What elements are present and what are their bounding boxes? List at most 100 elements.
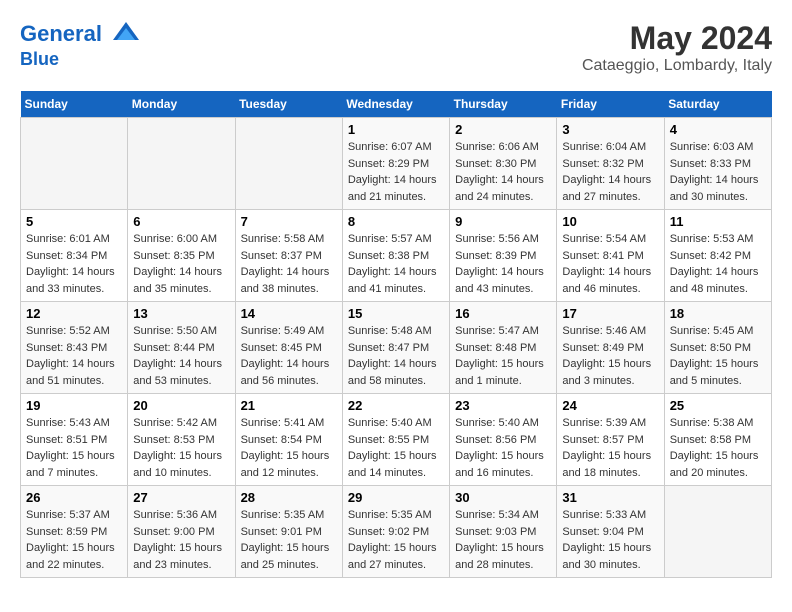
- logo: General Blue: [20, 20, 141, 70]
- day-number: 21: [241, 398, 337, 413]
- calendar-cell: 24Sunrise: 5:39 AM Sunset: 8:57 PM Dayli…: [557, 394, 664, 486]
- weekday-header-row: SundayMondayTuesdayWednesdayThursdayFrid…: [21, 91, 772, 118]
- day-number: 16: [455, 306, 551, 321]
- day-info: Sunrise: 6:07 AM Sunset: 8:29 PM Dayligh…: [348, 139, 444, 205]
- calendar-cell: 4 Sunrise: 6:03 AM Sunset: 8:33 PM Daylig…: [664, 118, 771, 210]
- day-number: 1: [348, 122, 444, 137]
- day-number: 31: [562, 490, 658, 505]
- day-number: 9: [455, 214, 551, 229]
- day-number: 7: [241, 214, 337, 229]
- week-row-5: 26Sunrise: 5:37 AM Sunset: 8:59 PM Dayli…: [21, 486, 772, 578]
- day-info: Sunrise: 5:52 AM Sunset: 8:43 PM Dayligh…: [26, 323, 122, 389]
- day-info: Sunrise: 5:48 AM Sunset: 8:47 PM Dayligh…: [348, 323, 444, 389]
- calendar-cell: 31 Sunrise: 5:33 AM Sunset: 9:04 PM Dayli…: [557, 486, 664, 578]
- day-info: Sunrise: 6:03 AM Sunset: 8:33 PM Dayligh…: [670, 139, 766, 205]
- day-info: Sunrise: 5:47 AM Sunset: 8:48 PM Dayligh…: [455, 323, 551, 389]
- calendar-cell: 10 Sunrise: 5:54 AM Sunset: 8:41 PM Dayli…: [557, 210, 664, 302]
- calendar-cell: [128, 118, 235, 210]
- day-info: Sunrise: 6:00 AM Sunset: 8:35 PM Dayligh…: [133, 231, 229, 297]
- calendar-cell: [21, 118, 128, 210]
- page-header: General Blue May 2024 Cataeggio, Lombard…: [20, 20, 772, 75]
- calendar-cell: 6 Sunrise: 6:00 AM Sunset: 8:35 PM Daylig…: [128, 210, 235, 302]
- day-info: Sunrise: 5:46 AM Sunset: 8:49 PM Dayligh…: [562, 323, 658, 389]
- day-number: 14: [241, 306, 337, 321]
- logo-general: General: [20, 21, 102, 46]
- weekday-wednesday: Wednesday: [342, 91, 449, 118]
- day-number: 20: [133, 398, 229, 413]
- day-info: Sunrise: 5:33 AM Sunset: 9:04 PM Dayligh…: [562, 507, 658, 573]
- day-number: 30: [455, 490, 551, 505]
- calendar-cell: 12 Sunrise: 5:52 AM Sunset: 8:43 PM Dayli…: [21, 302, 128, 394]
- day-number: 8: [348, 214, 444, 229]
- day-number: 13: [133, 306, 229, 321]
- week-row-1: 1 Sunrise: 6:07 AM Sunset: 8:29 PM Daylig…: [21, 118, 772, 210]
- day-info: Sunrise: 6:04 AM Sunset: 8:32 PM Dayligh…: [562, 139, 658, 205]
- day-info: Sunrise: 5:57 AM Sunset: 8:38 PM Dayligh…: [348, 231, 444, 297]
- calendar-cell: 18 Sunrise: 5:45 AM Sunset: 8:50 PM Dayli…: [664, 302, 771, 394]
- day-number: 28: [241, 490, 337, 505]
- day-number: 27: [133, 490, 229, 505]
- weekday-thursday: Thursday: [450, 91, 557, 118]
- sub-title: Cataeggio, Lombardy, Italy: [582, 57, 772, 75]
- logo-blue: Blue: [20, 50, 141, 70]
- day-number: 5: [26, 214, 122, 229]
- day-info: Sunrise: 5:40 AM Sunset: 8:55 PM Dayligh…: [348, 415, 444, 481]
- calendar-table: SundayMondayTuesdayWednesdayThursdayFrid…: [20, 91, 772, 578]
- day-info: Sunrise: 5:34 AM Sunset: 9:03 PM Dayligh…: [455, 507, 551, 573]
- calendar-cell: 19Sunrise: 5:43 AM Sunset: 8:51 PM Dayli…: [21, 394, 128, 486]
- calendar-cell: 26Sunrise: 5:37 AM Sunset: 8:59 PM Dayli…: [21, 486, 128, 578]
- day-number: 4: [670, 122, 766, 137]
- calendar-cell: 2 Sunrise: 6:06 AM Sunset: 8:30 PM Daylig…: [450, 118, 557, 210]
- day-info: Sunrise: 5:50 AM Sunset: 8:44 PM Dayligh…: [133, 323, 229, 389]
- day-number: 17: [562, 306, 658, 321]
- calendar-cell: 30 Sunrise: 5:34 AM Sunset: 9:03 PM Dayli…: [450, 486, 557, 578]
- calendar-cell: 16 Sunrise: 5:47 AM Sunset: 8:48 PM Dayli…: [450, 302, 557, 394]
- day-info: Sunrise: 5:58 AM Sunset: 8:37 PM Dayligh…: [241, 231, 337, 297]
- week-row-4: 19Sunrise: 5:43 AM Sunset: 8:51 PM Dayli…: [21, 394, 772, 486]
- calendar-cell: 1 Sunrise: 6:07 AM Sunset: 8:29 PM Daylig…: [342, 118, 449, 210]
- day-info: Sunrise: 6:06 AM Sunset: 8:30 PM Dayligh…: [455, 139, 551, 205]
- calendar-cell: 21 Sunrise: 5:41 AM Sunset: 8:54 PM Dayli…: [235, 394, 342, 486]
- calendar-cell: 8 Sunrise: 5:57 AM Sunset: 8:38 PM Daylig…: [342, 210, 449, 302]
- calendar-cell: 5Sunrise: 6:01 AM Sunset: 8:34 PM Daylig…: [21, 210, 128, 302]
- day-number: 6: [133, 214, 229, 229]
- calendar-cell: 17 Sunrise: 5:46 AM Sunset: 8:49 PM Dayli…: [557, 302, 664, 394]
- weekday-sunday: Sunday: [21, 91, 128, 118]
- calendar-cell: 11 Sunrise: 5:53 AM Sunset: 8:42 PM Dayli…: [664, 210, 771, 302]
- calendar-cell: 28Sunrise: 5:35 AM Sunset: 9:01 PM Dayli…: [235, 486, 342, 578]
- calendar-cell: 25Sunrise: 5:38 AM Sunset: 8:58 PM Dayli…: [664, 394, 771, 486]
- calendar-cell: 15 Sunrise: 5:48 AM Sunset: 8:47 PM Dayli…: [342, 302, 449, 394]
- day-info: Sunrise: 5:49 AM Sunset: 8:45 PM Dayligh…: [241, 323, 337, 389]
- day-number: 24: [562, 398, 658, 413]
- calendar-body: 1 Sunrise: 6:07 AM Sunset: 8:29 PM Daylig…: [21, 118, 772, 578]
- day-number: 10: [562, 214, 658, 229]
- day-info: Sunrise: 5:42 AM Sunset: 8:53 PM Dayligh…: [133, 415, 229, 481]
- day-number: 18: [670, 306, 766, 321]
- day-info: Sunrise: 5:45 AM Sunset: 8:50 PM Dayligh…: [670, 323, 766, 389]
- calendar-cell: 3 Sunrise: 6:04 AM Sunset: 8:32 PM Daylig…: [557, 118, 664, 210]
- day-number: 23: [455, 398, 551, 413]
- calendar-cell: 13 Sunrise: 5:50 AM Sunset: 8:44 PM Dayli…: [128, 302, 235, 394]
- day-info: Sunrise: 5:41 AM Sunset: 8:54 PM Dayligh…: [241, 415, 337, 481]
- day-info: Sunrise: 5:54 AM Sunset: 8:41 PM Dayligh…: [562, 231, 658, 297]
- day-info: Sunrise: 5:53 AM Sunset: 8:42 PM Dayligh…: [670, 231, 766, 297]
- day-info: Sunrise: 5:56 AM Sunset: 8:39 PM Dayligh…: [455, 231, 551, 297]
- week-row-2: 5Sunrise: 6:01 AM Sunset: 8:34 PM Daylig…: [21, 210, 772, 302]
- main-title: May 2024: [582, 20, 772, 57]
- day-number: 19: [26, 398, 122, 413]
- day-number: 12: [26, 306, 122, 321]
- calendar-cell: 9 Sunrise: 5:56 AM Sunset: 8:39 PM Daylig…: [450, 210, 557, 302]
- day-number: 2: [455, 122, 551, 137]
- week-row-3: 12 Sunrise: 5:52 AM Sunset: 8:43 PM Dayli…: [21, 302, 772, 394]
- day-number: 25: [670, 398, 766, 413]
- title-block: May 2024 Cataeggio, Lombardy, Italy: [582, 20, 772, 75]
- calendar-cell: 7 Sunrise: 5:58 AM Sunset: 8:37 PM Daylig…: [235, 210, 342, 302]
- day-info: Sunrise: 5:40 AM Sunset: 8:56 PM Dayligh…: [455, 415, 551, 481]
- day-number: 15: [348, 306, 444, 321]
- calendar-cell: 27Sunrise: 5:36 AM Sunset: 9:00 PM Dayli…: [128, 486, 235, 578]
- weekday-friday: Friday: [557, 91, 664, 118]
- calendar-cell: 20 Sunrise: 5:42 AM Sunset: 8:53 PM Dayli…: [128, 394, 235, 486]
- day-number: 3: [562, 122, 658, 137]
- calendar-cell: [664, 486, 771, 578]
- day-number: 11: [670, 214, 766, 229]
